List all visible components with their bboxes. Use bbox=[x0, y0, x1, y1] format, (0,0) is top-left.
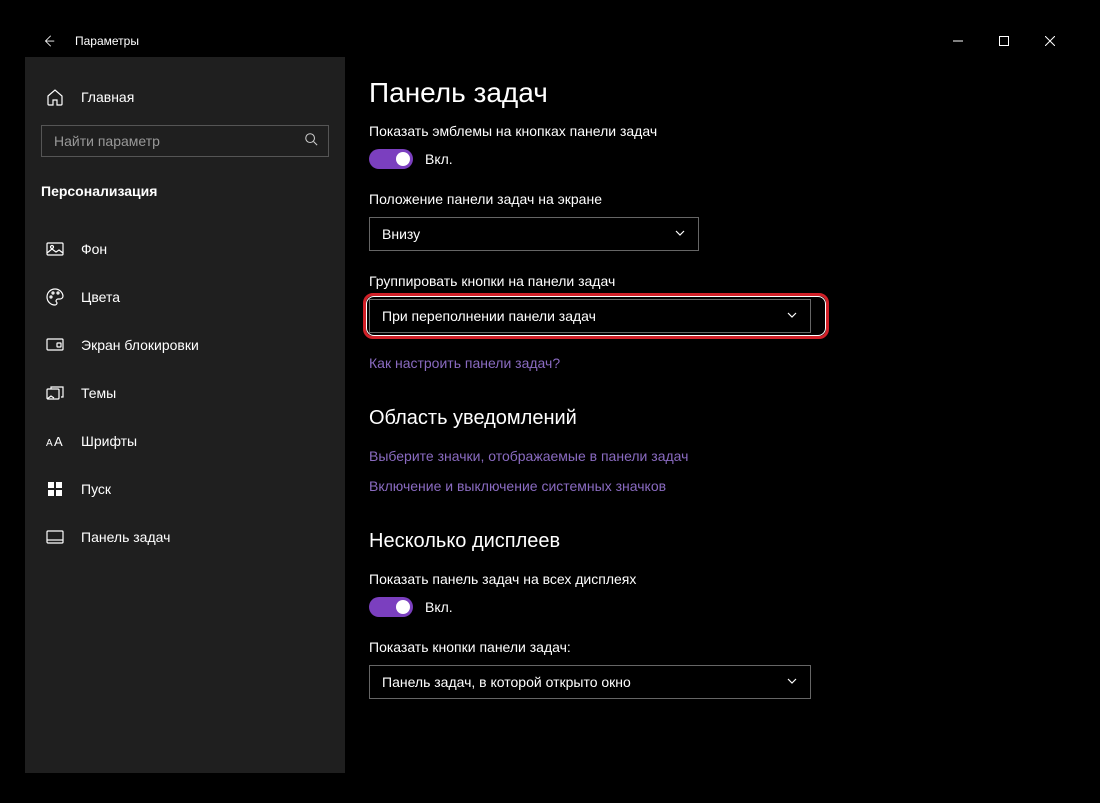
sidebar-item-background[interactable]: Фон bbox=[25, 225, 345, 273]
themes-icon bbox=[45, 383, 65, 403]
dropdown-value: Панель задач, в которой открыто окно bbox=[382, 674, 631, 690]
sidebar-item-label: Темы bbox=[81, 385, 116, 401]
badges-toggle[interactable] bbox=[369, 149, 413, 169]
back-arrow-icon bbox=[42, 34, 56, 48]
badges-toggle-row: Вкл. bbox=[369, 149, 1049, 169]
sidebar-item-start[interactable]: Пуск bbox=[25, 465, 345, 513]
lockscreen-icon bbox=[45, 335, 65, 355]
system-icons-link[interactable]: Включение и выключение системных значков bbox=[369, 478, 1049, 494]
page-title: Панель задач bbox=[369, 77, 1049, 109]
show-buttons-dropdown[interactable]: Панель задач, в которой открыто окно bbox=[369, 665, 811, 699]
search-box[interactable] bbox=[41, 125, 329, 157]
multi-displays-title: Несколько дисплеев bbox=[369, 530, 1049, 553]
badges-label: Показать эмблемы на кнопках панели задач bbox=[369, 123, 1049, 139]
palette-icon bbox=[45, 287, 65, 307]
sidebar: Главная Персонализация Фон Цвета bbox=[25, 57, 345, 773]
fonts-icon: AA bbox=[45, 431, 65, 451]
home-icon bbox=[45, 87, 65, 107]
show-buttons-label: Показать кнопки панели задач: bbox=[369, 639, 1049, 655]
home-nav-item[interactable]: Главная bbox=[25, 77, 345, 117]
sidebar-item-label: Панель задач bbox=[81, 529, 170, 545]
all-displays-toggle[interactable] bbox=[369, 597, 413, 617]
toggle-state-label: Вкл. bbox=[425, 599, 453, 615]
start-icon bbox=[45, 479, 65, 499]
highlighted-dropdown-wrap: При переполнении панели задач bbox=[369, 299, 823, 333]
sidebar-item-label: Шрифты bbox=[81, 433, 137, 449]
window-body: Главная Персонализация Фон Цвета bbox=[25, 57, 1073, 773]
search-icon bbox=[304, 132, 318, 151]
back-button[interactable] bbox=[25, 25, 73, 57]
dropdown-value: Внизу bbox=[382, 226, 420, 242]
image-icon bbox=[45, 239, 65, 259]
settings-window: Параметры Главная Персонализация bbox=[25, 25, 1073, 773]
sidebar-item-colors[interactable]: Цвета bbox=[25, 273, 345, 321]
all-displays-toggle-row: Вкл. bbox=[369, 597, 1049, 617]
home-label: Главная bbox=[81, 89, 134, 105]
toggle-state-label: Вкл. bbox=[425, 151, 453, 167]
dropdown-value: При переполнении панели задач bbox=[382, 308, 596, 324]
minimize-icon bbox=[953, 36, 963, 46]
content-area: Панель задач Показать эмблемы на кнопках… bbox=[345, 57, 1073, 773]
chevron-down-icon bbox=[786, 674, 798, 690]
taskbar-icon bbox=[45, 527, 65, 547]
maximize-icon bbox=[999, 36, 1009, 46]
search-input[interactable] bbox=[54, 133, 304, 149]
close-icon bbox=[1045, 36, 1055, 46]
sidebar-item-label: Цвета bbox=[81, 289, 120, 305]
position-label: Положение панели задач на экране bbox=[369, 191, 1049, 207]
close-button[interactable] bbox=[1027, 25, 1073, 57]
combine-label: Группировать кнопки на панели задач bbox=[369, 273, 1049, 289]
sidebar-item-themes[interactable]: Темы bbox=[25, 369, 345, 417]
sidebar-item-lockscreen[interactable]: Экран блокировки bbox=[25, 321, 345, 369]
svg-text:A: A bbox=[54, 434, 63, 449]
chevron-down-icon bbox=[674, 226, 686, 242]
nav-items: Фон Цвета Экран блокировки Темы AA Шрифт… bbox=[25, 225, 345, 561]
svg-text:A: A bbox=[46, 438, 53, 449]
minimize-button[interactable] bbox=[935, 25, 981, 57]
notification-area-title: Область уведомлений bbox=[369, 407, 1049, 430]
select-icons-link[interactable]: Выберите значки, отображаемые в панели з… bbox=[369, 448, 1049, 464]
titlebar: Параметры bbox=[25, 25, 1073, 57]
all-displays-label: Показать панель задач на всех дисплеях bbox=[369, 571, 1049, 587]
sidebar-item-label: Экран блокировки bbox=[81, 337, 199, 353]
help-link[interactable]: Как настроить панели задач? bbox=[369, 355, 1049, 371]
sidebar-item-taskbar[interactable]: Панель задач bbox=[25, 513, 345, 561]
sidebar-item-label: Фон bbox=[81, 241, 107, 257]
position-dropdown[interactable]: Внизу bbox=[369, 217, 699, 251]
sidebar-item-label: Пуск bbox=[81, 481, 111, 497]
combine-dropdown[interactable]: При переполнении панели задач bbox=[369, 299, 811, 333]
sidebar-item-fonts[interactable]: AA Шрифты bbox=[25, 417, 345, 465]
window-title: Параметры bbox=[75, 34, 935, 48]
window-controls bbox=[935, 25, 1073, 57]
chevron-down-icon bbox=[786, 308, 798, 324]
category-header: Персонализация bbox=[25, 171, 345, 215]
maximize-button[interactable] bbox=[981, 25, 1027, 57]
